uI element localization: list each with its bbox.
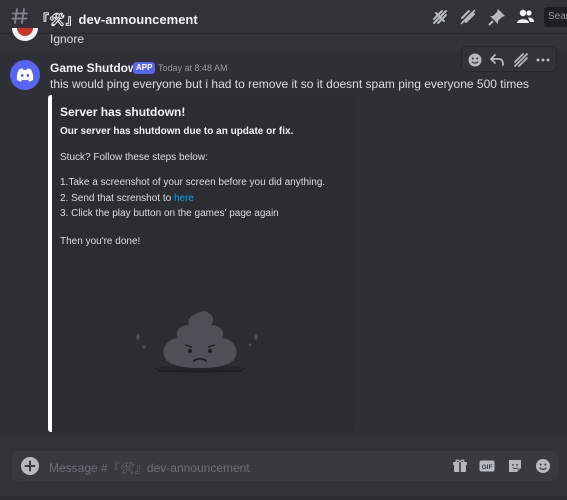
embed-accent-bar <box>48 95 52 432</box>
plus-icon <box>24 460 36 472</box>
attach-plus-button[interactable] <box>21 457 39 475</box>
pin-icon[interactable] <box>487 7 507 27</box>
search-input[interactable]: Search <box>544 7 567 27</box>
message-timestamp: Today at 8:48 AM <box>158 63 228 73</box>
avatar[interactable] <box>10 60 40 90</box>
sticker-icon[interactable] <box>506 457 524 475</box>
previous-avatar[interactable] <box>12 28 38 42</box>
gift-icon[interactable] <box>451 457 469 475</box>
add-reaction-icon[interactable] <box>466 51 484 69</box>
mute-bell-icon[interactable] <box>458 7 478 27</box>
embed-here-link[interactable]: here <box>174 193 194 204</box>
discord-logo-icon <box>16 68 34 82</box>
previous-message-text: Ignore <box>50 32 85 46</box>
sad-poop-illustration <box>136 311 258 373</box>
more-options-icon[interactable] <box>534 51 552 69</box>
embed-step-2: 2. Send that screnshot to here <box>60 193 194 204</box>
message-embed: Server has shutdown! Our server has shut… <box>48 95 355 432</box>
channel-header: 『🛠』dev-announcement Search <box>0 0 567 34</box>
message-composer[interactable]: Message #『🛠』dev-announcement GIF <box>12 451 558 481</box>
embed-subtitle: Our server has shutdown due to an update… <box>60 126 294 137</box>
embed-step-2-text: 2. Send that screnshot to <box>60 193 174 204</box>
reply-icon[interactable] <box>488 51 506 69</box>
bottom-edge <box>0 496 567 500</box>
embed-stuck-text: Stuck? Follow these steps below: <box>60 152 208 163</box>
message-actions-toolbar <box>461 46 557 72</box>
emoji-icon[interactable] <box>534 457 552 475</box>
author-name[interactable]: Game Shutdown <box>50 61 145 75</box>
member-list-icon[interactable] <box>515 7 535 27</box>
channel-name: 『🛠』dev-announcement <box>36 12 198 27</box>
embed-image[interactable] <box>54 263 350 432</box>
channel-hash-icon <box>11 8 28 24</box>
app-badge: APP <box>133 62 156 74</box>
message-content: this would ping everyone but i had to re… <box>50 77 529 91</box>
message-input[interactable]: Message #『🛠』dev-announcement <box>49 459 250 476</box>
create-thread-icon[interactable] <box>512 51 530 69</box>
svg-text:GIF: GIF <box>482 464 493 471</box>
embed-title: Server has shutdown! <box>60 105 186 119</box>
embed-step-1: 1.Take a screenshot of your screen befor… <box>60 177 326 188</box>
gif-icon[interactable]: GIF <box>478 457 496 475</box>
embed-step-3: 3. Click the play button on the games' p… <box>60 208 279 219</box>
embed-done-text: Then you're done! <box>60 236 141 247</box>
threads-icon[interactable] <box>430 7 450 27</box>
